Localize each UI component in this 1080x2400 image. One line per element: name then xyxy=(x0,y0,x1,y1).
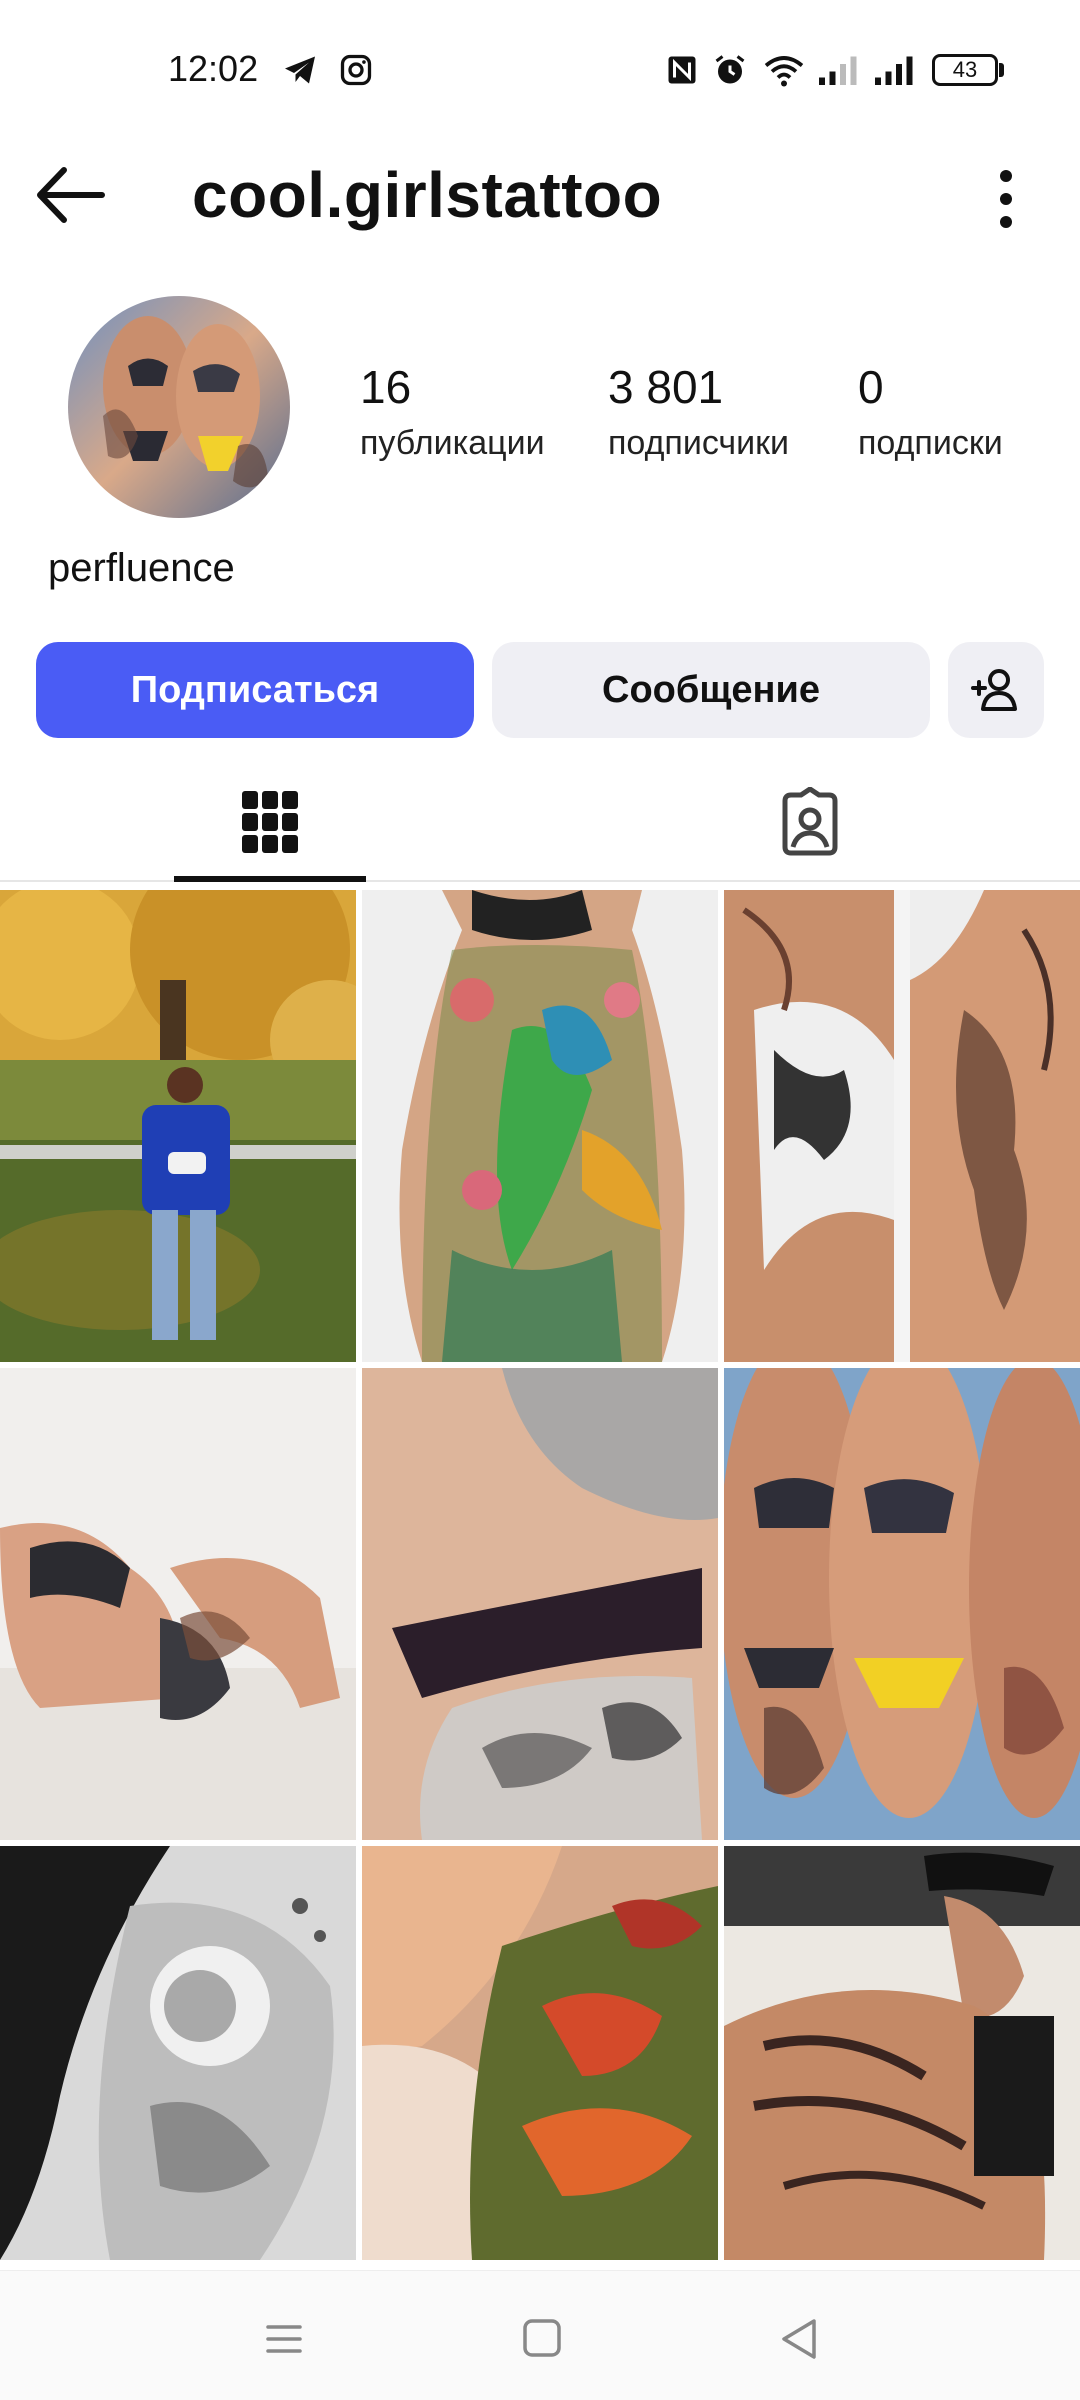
profile-tabs xyxy=(0,762,1080,882)
post-image xyxy=(0,890,356,1362)
battery-tip xyxy=(999,63,1004,77)
stat-label: подписчики xyxy=(608,424,790,462)
message-button[interactable]: Сообщение xyxy=(492,642,930,738)
add-user-button[interactable] xyxy=(948,642,1044,738)
wifi-icon xyxy=(764,56,804,87)
stat-value: 16 xyxy=(360,361,412,413)
tagged-person-icon xyxy=(782,787,838,856)
system-nav-bar xyxy=(0,2270,1080,2400)
post-image xyxy=(724,1368,1080,1840)
tab-active-indicator xyxy=(174,876,366,882)
post-thumbnail[interactable] xyxy=(0,1368,356,1840)
tab-posts-grid[interactable] xyxy=(0,762,540,882)
post-thumbnail[interactable] xyxy=(724,1368,1080,1840)
post-thumbnail[interactable] xyxy=(724,1846,1080,2260)
profile-username: cool.girlstattoo xyxy=(192,159,663,231)
stat-value: 3 801 xyxy=(608,361,724,413)
status-time: 12:02 xyxy=(168,48,259,89)
battery-level: 43 xyxy=(952,57,978,82)
more-vertical-icon[interactable] xyxy=(976,164,1036,234)
grid-icon xyxy=(242,791,298,853)
home-square-icon[interactable] xyxy=(512,2311,572,2367)
post-thumbnail[interactable] xyxy=(362,890,718,1362)
nfc-icon xyxy=(668,56,696,84)
follow-button[interactable]: Подписаться xyxy=(36,642,474,738)
post-image xyxy=(724,890,1080,1362)
post-image xyxy=(0,1846,356,2260)
post-thumbnail[interactable] xyxy=(0,1846,356,2260)
status-bar: 12:02 43 xyxy=(0,0,1080,120)
stat-label: публикации xyxy=(360,424,545,462)
post-image xyxy=(362,890,718,1362)
telegram-icon xyxy=(285,56,315,84)
post-thumbnail[interactable] xyxy=(0,890,356,1362)
post-image xyxy=(362,1368,718,1840)
stat-followers[interactable]: 3 801 подписчики xyxy=(608,360,789,463)
post-thumbnail[interactable] xyxy=(362,1846,718,2260)
back-arrow-icon[interactable] xyxy=(32,160,112,230)
post-image xyxy=(724,1846,1080,2260)
profile-display-name: perfluence xyxy=(48,546,235,590)
signal-icon xyxy=(819,56,857,85)
menu-icon[interactable] xyxy=(254,2311,314,2367)
avatar[interactable] xyxy=(68,296,290,518)
person-add-icon xyxy=(971,669,1017,711)
post-thumbnail[interactable] xyxy=(362,1368,718,1840)
instagram-icon xyxy=(340,54,372,86)
alarm-icon xyxy=(715,55,745,84)
stat-posts[interactable]: 16 публикации xyxy=(360,360,545,463)
stat-following[interactable]: 0 подписки xyxy=(858,360,1003,463)
battery-icon: 43 xyxy=(932,54,998,86)
signal-icon xyxy=(875,56,913,85)
avatar-photo xyxy=(68,296,290,518)
post-image xyxy=(362,1846,718,2260)
stat-value: 0 xyxy=(858,361,884,413)
tab-tagged[interactable] xyxy=(540,762,1080,882)
back-triangle-icon[interactable] xyxy=(770,2311,830,2367)
stat-label: подписки xyxy=(858,424,1003,462)
post-thumbnail[interactable] xyxy=(724,890,1080,1362)
profile-header: cool.girlstattoo xyxy=(0,130,1080,260)
post-image xyxy=(0,1368,356,1840)
